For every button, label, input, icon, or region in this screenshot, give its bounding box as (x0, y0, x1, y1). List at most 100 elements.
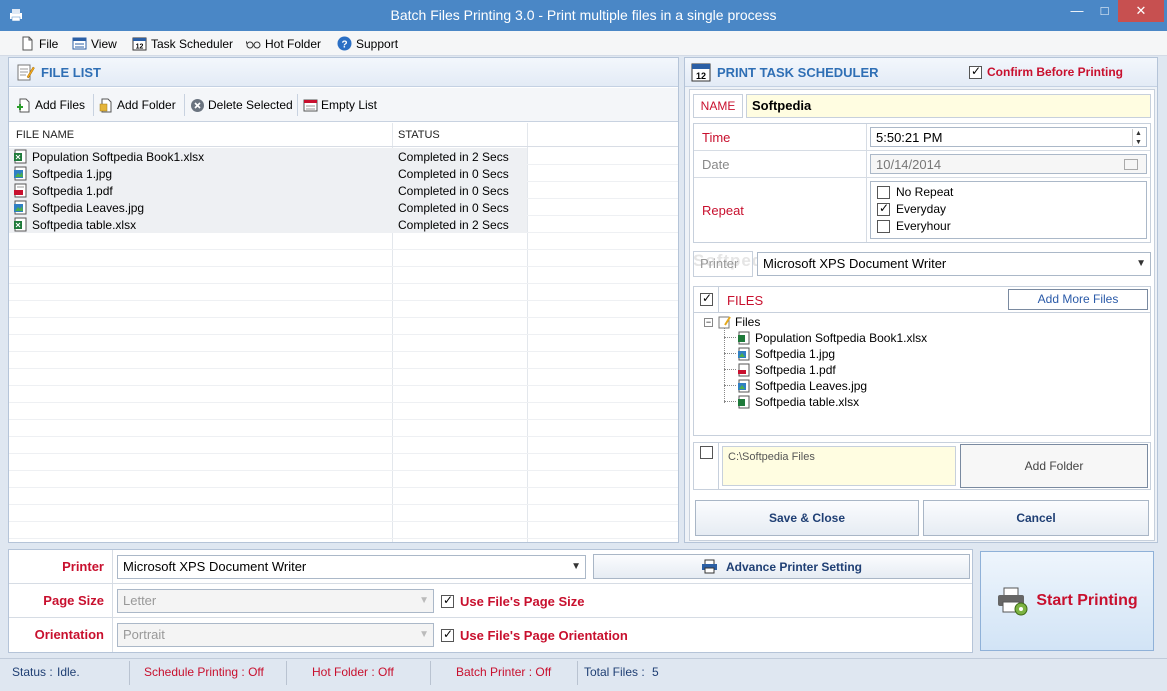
add-more-files-button[interactable]: Add More Files (1008, 289, 1148, 310)
table-row[interactable]: Softpedia Leaves.jpg Completed in 0 Secs (9, 199, 678, 216)
delete-selected-button[interactable]: Delete Selected (190, 96, 293, 114)
tree-file-label: Population Softpedia Book1.xlsx (755, 331, 928, 345)
tree-file[interactable]: Softpedia 1.pdf (737, 363, 836, 377)
table-row[interactable]: Softpedia 1.jpg Completed in 0 Secs (9, 165, 678, 182)
no-repeat-checkbox[interactable] (877, 185, 890, 199)
repeat-label: Repeat (694, 178, 867, 242)
chevron-down-icon: ▼ (419, 629, 429, 640)
everyhour-checkbox[interactable] (877, 219, 890, 233)
file-status: Completed in 0 Secs (398, 184, 509, 198)
help-icon: ? (337, 36, 352, 51)
name-row: NAME Softpedia (693, 94, 1151, 118)
menu-file[interactable]: File (20, 35, 58, 52)
scheduler-printer-label: Printer (693, 251, 753, 277)
chevron-down-icon: ▼ (1136, 258, 1146, 269)
tree-file-label: Softpedia table.xlsx (755, 395, 860, 409)
tree-file[interactable]: Softpedia 1.jpg (737, 347, 835, 361)
pdf-file-icon (738, 363, 750, 377)
time-spinner[interactable]: ▲ ▼ (1132, 129, 1144, 147)
folder-path-field[interactable]: C:\Softpedia Files (722, 446, 956, 486)
repeat-option-everyhour[interactable]: Everyhour (877, 219, 951, 233)
advance-printer-setting-button[interactable]: Advance Printer Setting (593, 554, 970, 579)
printer-select[interactable]: Microsoft XPS Document Writer ▼ (117, 555, 586, 579)
use-file-orientation[interactable]: Use File's Page Orientation (441, 627, 628, 643)
excel-file-icon (738, 395, 750, 409)
scheduler-header: 12 PRINT TASK SCHEDULER Confirm Before P… (685, 58, 1157, 87)
table-row[interactable]: Softpedia 1.pdf Completed in 0 Secs (9, 182, 678, 199)
use-orientation-checkbox[interactable] (441, 627, 454, 642)
scheduler-add-folder-button[interactable]: Add Folder (960, 444, 1148, 488)
task-name-input[interactable]: Softpedia (746, 94, 1151, 118)
tree-root[interactable]: − Files (704, 315, 760, 329)
schedule-settings: Time 5:50:21 PM ▲ ▼ Date 10/14/2014 Repea… (693, 123, 1151, 243)
orientation-row: Orientation Portrait ▼ Use File's Page O… (9, 618, 972, 652)
time-input[interactable]: 5:50:21 PM ▲ ▼ (870, 127, 1147, 147)
menu-support[interactable]: ? Support (337, 35, 398, 52)
repeat-option-everyday[interactable]: Everyday (877, 201, 946, 216)
save-close-button[interactable]: Save & Close (695, 500, 919, 536)
file-name: Softpedia table.xlsx (32, 218, 137, 232)
add-folder-button[interactable]: Add Folder (99, 96, 176, 114)
file-name: Population Softpedia Book1.xlsx (32, 150, 205, 164)
tree-file[interactable]: Softpedia table.xlsx (737, 395, 859, 409)
confirm-before-printing[interactable]: Confirm Before Printing (969, 64, 1124, 79)
table-row[interactable]: Softpedia table.xlsx Completed in 2 Secs (9, 216, 678, 233)
orientation-label: Orientation (9, 618, 113, 652)
maximize-button[interactable]: □ (1091, 0, 1118, 22)
printer-value: Microsoft XPS Document Writer (123, 559, 307, 574)
date-input[interactable]: 10/14/2014 (870, 154, 1147, 174)
minimize-button[interactable]: — (1063, 0, 1091, 22)
use-page-size-label: Use File's Page Size (460, 594, 585, 609)
orientation-select[interactable]: Portrait ▼ (117, 623, 434, 647)
time-row: Time 5:50:21 PM ▲ ▼ (694, 124, 1150, 151)
tree-line (724, 369, 736, 370)
repeat-option-no-repeat[interactable]: No Repeat (877, 185, 953, 199)
add-folder-icon (99, 98, 112, 112)
file-list-grid[interactable]: FILE NAME STATUS Population Softpedia Bo… (9, 123, 678, 542)
close-button[interactable]: ✕ (1118, 0, 1164, 22)
files-tree[interactable]: − Files Population Softpedia Book1.xlsx … (694, 315, 1150, 435)
file-status: Completed in 2 Secs (398, 218, 509, 232)
add-files-button[interactable]: Add Files (17, 96, 85, 114)
tree-root-label: Files (735, 315, 761, 329)
use-page-size-checkbox[interactable] (441, 593, 454, 608)
cancel-button[interactable]: Cancel (923, 500, 1149, 536)
empty-list-button[interactable]: Empty List (303, 96, 377, 114)
add-files-label: Add Files (35, 98, 86, 112)
folder-checkbox[interactable] (700, 446, 713, 459)
hot-folder-status: Hot Folder : Off (312, 665, 394, 679)
everyday-checkbox[interactable] (877, 201, 890, 216)
menu-view[interactable]: View (72, 35, 117, 52)
image-file-icon (14, 166, 27, 181)
printer-icon (998, 587, 1028, 616)
date-row: Date 10/14/2014 (694, 151, 1150, 178)
files-header: FILES Add More Files (694, 287, 1150, 313)
advance-printer-label: Advance Printer Setting (725, 559, 863, 574)
repeat-options: No Repeat Everyday Everyhour (870, 181, 1147, 239)
delete-icon (191, 98, 204, 112)
confirm-checkbox[interactable] (969, 64, 982, 79)
files-checkbox[interactable] (700, 291, 713, 306)
name-label: NAME (693, 94, 743, 118)
date-picker-icon[interactable] (1124, 159, 1138, 170)
page-size-select[interactable]: Letter ▼ (117, 589, 434, 613)
collapse-icon[interactable]: − (704, 317, 713, 327)
scheduler-printer-select[interactable]: Microsoft XPS Document Writer ▼ (757, 252, 1151, 276)
confirm-label: Confirm Before Printing (987, 65, 1124, 79)
table-row[interactable]: Population Softpedia Book1.xlsx Complete… (9, 148, 678, 165)
tree-file[interactable]: Population Softpedia Book1.xlsx (737, 331, 927, 345)
orientation-value: Portrait (123, 627, 165, 642)
printer-row: Printer Microsoft XPS Document Writer ▼ … (9, 550, 972, 584)
file-list-title: FILE LIST (41, 65, 101, 80)
view-icon (72, 37, 87, 50)
column-header-file-name[interactable]: FILE NAME (16, 129, 74, 141)
menu-task-scheduler[interactable]: 12 Task Scheduler (132, 35, 233, 52)
menu-hot-folder[interactable]: Hot Folder (246, 35, 321, 52)
column-header-status[interactable]: STATUS (398, 129, 440, 141)
tree-file[interactable]: Softpedia Leaves.jpg (737, 379, 867, 393)
use-file-page-size[interactable]: Use File's Page Size (441, 593, 585, 609)
tree-line (724, 385, 736, 386)
start-printing-button[interactable]: Start Printing (980, 551, 1154, 651)
tree-file-label: Softpedia 1.jpg (755, 347, 836, 361)
empty-list-label: Empty List (321, 98, 378, 112)
